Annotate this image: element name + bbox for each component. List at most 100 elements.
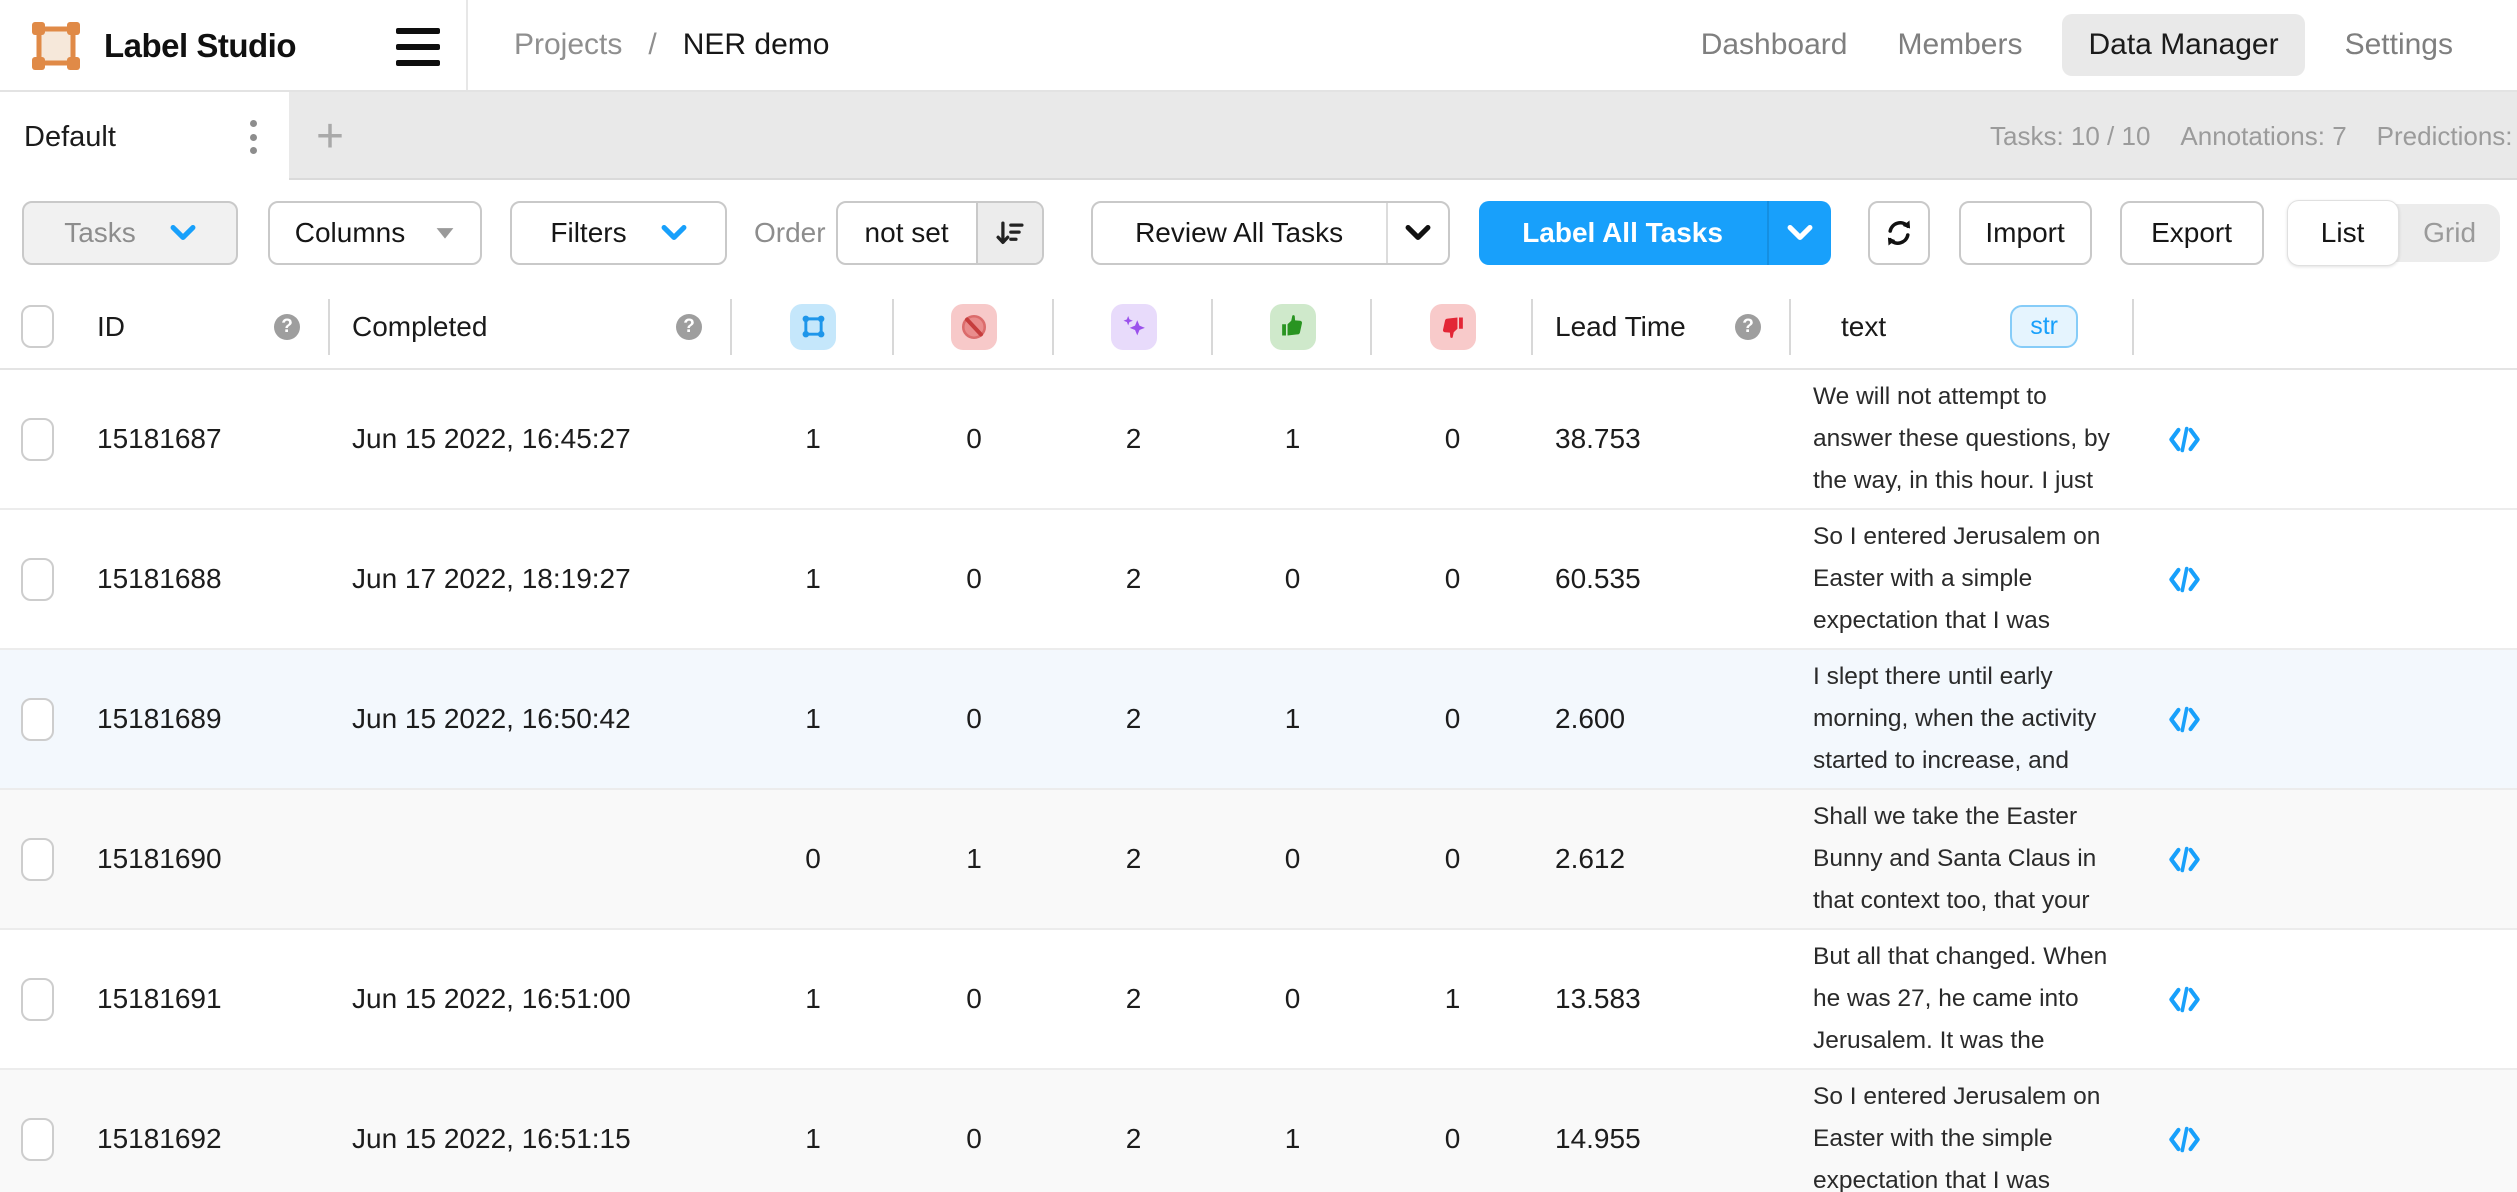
review-all-tasks-button[interactable]: Review All Tasks [1091, 201, 1450, 265]
chevron-down-icon [661, 224, 687, 241]
code-source-icon[interactable] [2168, 563, 2201, 596]
column-header-filler [2234, 285, 2517, 368]
help-icon[interactable]: ? [676, 314, 702, 340]
export-label: Export [2151, 217, 2232, 249]
code-source-icon[interactable] [2168, 843, 2201, 876]
tab-options-kebab-icon[interactable] [240, 116, 266, 158]
task-text-snippet: So I entered Jerusalem on Easter with a … [1813, 516, 2115, 642]
code-source-icon[interactable] [2168, 423, 2201, 456]
task-source-cell [2134, 930, 2234, 1068]
refresh-icon [1882, 216, 1916, 250]
column-header-lead-time[interactable]: Lead Time ? [1533, 285, 1791, 368]
view-toggle-list[interactable]: List [2287, 200, 2399, 266]
app-title: Label Studio [104, 27, 296, 65]
accepted-count-cell: 0 [1213, 510, 1372, 648]
lead-time-cell: 2.600 [1533, 650, 1791, 788]
task-id-cell: 15181690 [75, 790, 330, 928]
task-source-cell [2134, 510, 2234, 648]
column-header-text[interactable]: text str [1791, 285, 2134, 368]
code-source-icon[interactable] [2168, 1123, 2201, 1156]
nav-item-members[interactable]: Members [1887, 14, 2032, 76]
tab-bar: Default + Tasks: 10 / 10 Annotations: 7 … [0, 92, 2517, 180]
annotations-count-cell: 1 [732, 370, 894, 508]
task-text-cell: Shall we take the Easter Bunny and Santa… [1791, 790, 2134, 928]
task-text-snippet: We will not attempt to answer these ques… [1813, 376, 2115, 502]
label-all-tasks-button[interactable]: Label All Tasks [1479, 201, 1831, 265]
hamburger-menu-icon[interactable] [396, 28, 440, 66]
rejected-count-cell: 0 [1372, 790, 1533, 928]
column-header-cancelled-annotations[interactable] [894, 285, 1054, 368]
task-row[interactable]: 15181689 Jun 15 2022, 16:50:42 1 0 2 1 0… [0, 650, 2517, 790]
breadcrumb: Projects / NER demo [514, 0, 829, 90]
sort-direction-toggle[interactable] [976, 203, 1042, 263]
sparkles-predictions-icon [1120, 313, 1148, 341]
help-icon[interactable]: ? [274, 314, 300, 340]
column-type-badge: str [2010, 305, 2078, 348]
nav-item-data-manager[interactable]: Data Manager [2062, 14, 2304, 76]
code-source-icon[interactable] [2168, 703, 2201, 736]
row-checkbox[interactable] [21, 1118, 54, 1161]
annotations-count-cell: 1 [732, 1070, 894, 1192]
row-checkbox[interactable] [21, 978, 54, 1021]
review-all-tasks-label: Review All Tasks [1093, 217, 1386, 249]
order-button[interactable]: not set [836, 201, 1044, 265]
select-all-checkbox[interactable] [21, 305, 54, 348]
task-source-cell [2134, 1070, 2234, 1192]
task-text-snippet: But all that changed. When he was 27, he… [1813, 936, 2115, 1062]
breadcrumb-projects-link[interactable]: Projects [514, 28, 622, 62]
label-all-dropdown-toggle[interactable] [1769, 224, 1831, 241]
chevron-down-icon [1787, 224, 1813, 241]
task-id-cell: 15181688 [75, 510, 330, 648]
help-icon[interactable]: ? [1735, 314, 1761, 340]
task-text-cell: I slept there until early morning, when … [1791, 650, 2134, 788]
lead-time-cell: 38.753 [1533, 370, 1791, 508]
label-all-tasks-label: Label All Tasks [1479, 217, 1767, 249]
order-label: Order [754, 217, 826, 249]
tasks-dropdown-button[interactable]: Tasks [22, 201, 238, 265]
task-row[interactable]: 15181692 Jun 15 2022, 16:51:15 1 0 2 1 0… [0, 1070, 2517, 1192]
column-header-rejected[interactable] [1372, 285, 1533, 368]
lead-time-cell: 13.583 [1533, 930, 1791, 1068]
review-dropdown-toggle[interactable] [1388, 224, 1448, 241]
row-checkbox[interactable] [21, 838, 54, 881]
row-checkbox[interactable] [21, 558, 54, 601]
tab-default-label: Default [24, 121, 116, 154]
task-source-cell [2134, 650, 2234, 788]
column-header-accepted[interactable] [1213, 285, 1372, 368]
task-row[interactable]: 15181687 Jun 15 2022, 16:45:27 1 0 2 1 0… [0, 370, 2517, 510]
triangle-down-icon [435, 226, 455, 240]
row-filler [2234, 370, 2517, 508]
column-header-predictions[interactable] [1054, 285, 1213, 368]
nav-item-settings[interactable]: Settings [2335, 14, 2463, 76]
predictions-count-cell: 2 [1054, 1070, 1213, 1192]
breadcrumb-separator: / [648, 28, 656, 62]
task-text-cell: We will not attempt to answer these ques… [1791, 370, 2134, 508]
annotations-count-cell: 1 [732, 650, 894, 788]
row-checkbox[interactable] [21, 418, 54, 461]
cancelled-count-cell: 1 [894, 790, 1054, 928]
column-header-completed[interactable]: Completed ? [330, 285, 732, 368]
rejected-count-cell: 1 [1372, 930, 1533, 1068]
cancelled-count-cell: 0 [894, 1070, 1054, 1192]
export-button[interactable]: Export [2120, 201, 2264, 265]
top-nav: Dashboard Members Data Manager Settings [1691, 0, 2463, 90]
add-tab-button[interactable]: + [300, 92, 360, 180]
task-row[interactable]: 15181688 Jun 17 2022, 18:19:27 1 0 2 0 0… [0, 510, 2517, 650]
columns-dropdown-button[interactable]: Columns [268, 201, 482, 265]
column-lead-time-label: Lead Time [1555, 311, 1686, 343]
task-row[interactable]: 15181691 Jun 15 2022, 16:51:00 1 0 2 0 1… [0, 930, 2517, 1070]
nav-item-dashboard[interactable]: Dashboard [1691, 14, 1858, 76]
view-toggle-grid[interactable]: Grid [2400, 204, 2500, 262]
column-header-id[interactable]: ID ? [75, 285, 330, 368]
accepted-count-cell: 1 [1213, 370, 1372, 508]
code-source-icon[interactable] [2168, 983, 2201, 1016]
task-row[interactable]: 15181690 0 1 2 0 0 2.612 Shall we take t… [0, 790, 2517, 930]
import-button[interactable]: Import [1959, 201, 2092, 265]
lead-time-cell: 2.612 [1533, 790, 1791, 928]
row-checkbox[interactable] [21, 698, 54, 741]
task-source-cell [2134, 370, 2234, 508]
column-header-annotations[interactable] [732, 285, 894, 368]
refresh-button[interactable] [1868, 201, 1930, 265]
predictions-count-cell: 2 [1054, 790, 1213, 928]
filters-dropdown-button[interactable]: Filters [510, 201, 727, 265]
